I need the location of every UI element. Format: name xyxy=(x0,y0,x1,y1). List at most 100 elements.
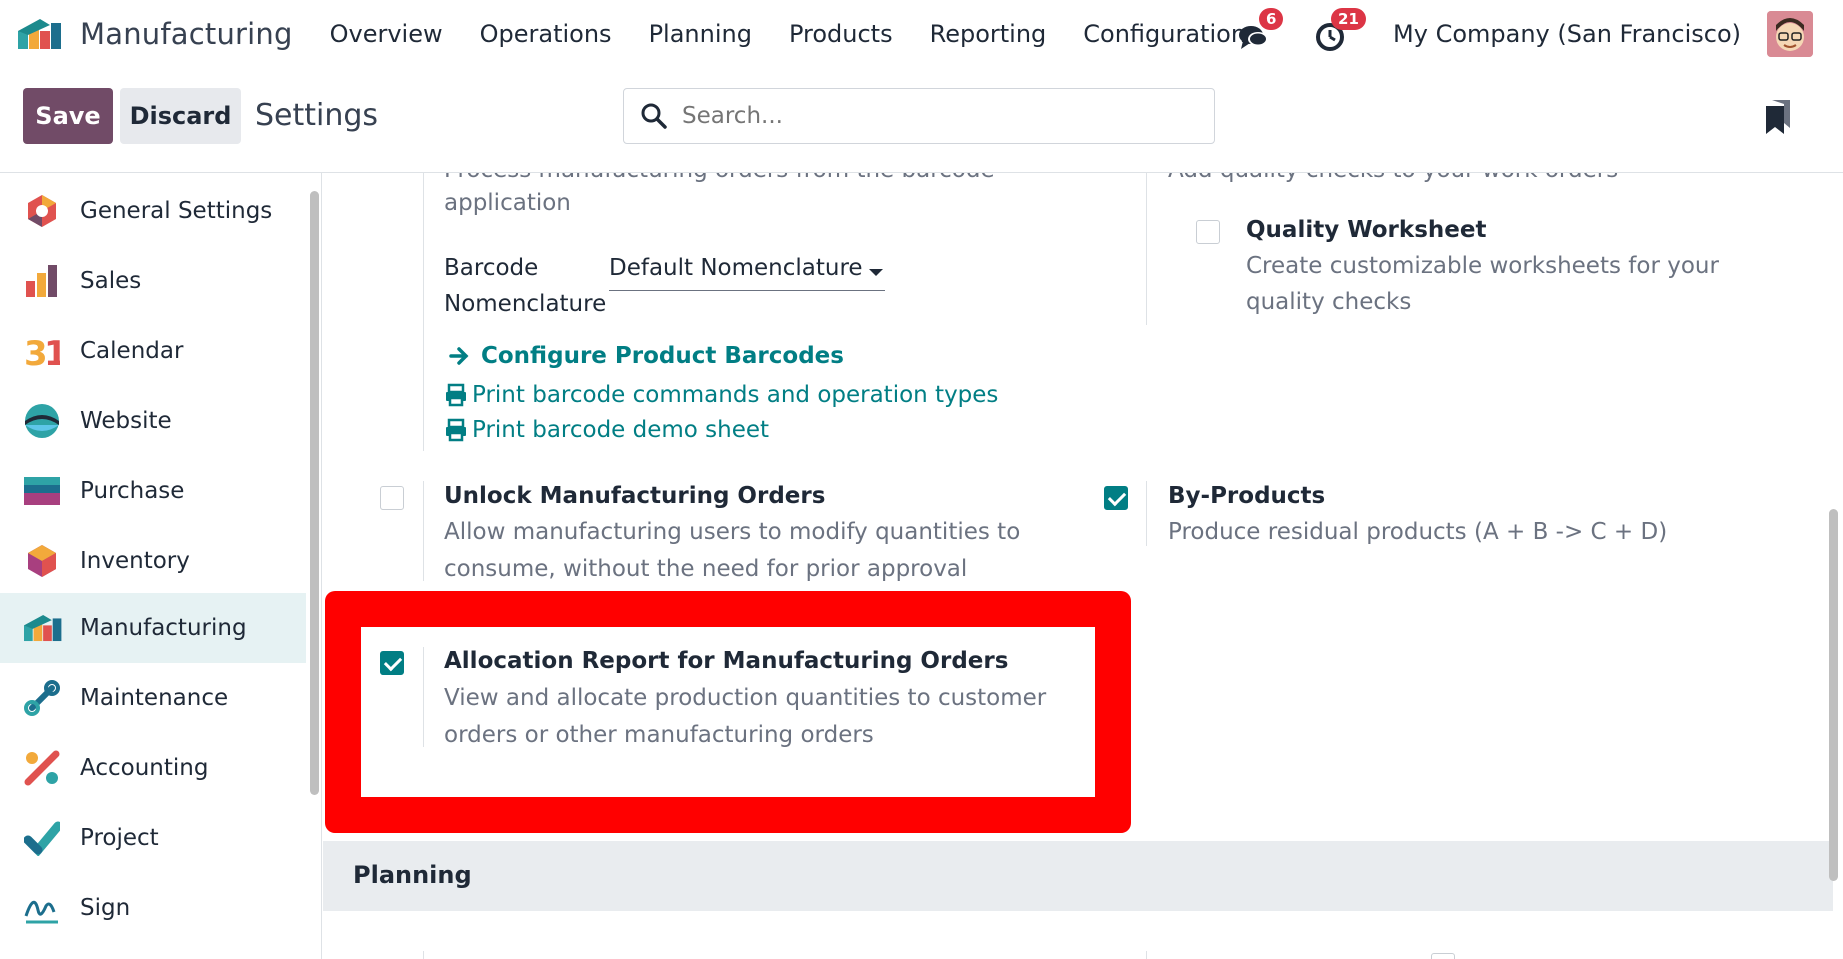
print-barcode-commands-link[interactable]: Print barcode commands and operation typ… xyxy=(444,382,998,408)
save-button[interactable]: Save xyxy=(23,88,113,144)
setting-divider xyxy=(423,481,424,581)
project-icon xyxy=(23,820,63,857)
company-switcher[interactable]: My Company (San Francisco) xyxy=(1393,20,1741,48)
sidebar-item-purchase[interactable]: Purchase xyxy=(0,456,306,526)
sidebar-item-label: Calendar xyxy=(80,338,184,364)
sidebar-item-project[interactable]: Project xyxy=(0,803,306,873)
sidebar-item-accounting[interactable]: Accounting xyxy=(0,733,306,803)
sales-icon xyxy=(24,263,60,299)
unlock-manufacturing-orders-title: Unlock Manufacturing Orders xyxy=(444,483,826,509)
allocation-report-title: Allocation Report for Manufacturing Orde… xyxy=(444,648,1009,674)
settings-sidebar: General Settings Sales 31 Calendar Websi… xyxy=(0,173,322,959)
configure-product-barcodes-link[interactable]: Configure Product Barcodes xyxy=(447,343,844,369)
top-navbar: Manufacturing Overview Operations Planni… xyxy=(0,0,1843,67)
sidebar-item-label: General Settings xyxy=(80,198,273,224)
search-box[interactable] xyxy=(623,88,1215,144)
unlock-manufacturing-orders-description: Allow manufacturing users to modify quan… xyxy=(444,519,1021,545)
maintenance-icon xyxy=(24,680,60,716)
manufacturing-logo-icon xyxy=(18,18,64,49)
quality-worksheet-title: Quality Worksheet xyxy=(1246,217,1487,243)
setting-divider xyxy=(423,951,424,959)
print-barcode-demo-link[interactable]: Print barcode demo sheet xyxy=(444,417,769,443)
sidebar-item-calendar[interactable]: 31 Calendar xyxy=(0,316,306,386)
sidebar-item-inventory[interactable]: Inventory xyxy=(0,526,306,596)
sidebar-item-label: Maintenance xyxy=(80,685,229,711)
menu-reporting[interactable]: Reporting xyxy=(930,20,1047,48)
arrow-right-icon xyxy=(449,347,469,365)
navbar-right: 6 21 My Company (San Francisco) xyxy=(1237,0,1843,67)
allocation-report-checkbox[interactable] xyxy=(380,651,404,675)
setting-divider xyxy=(1146,173,1147,325)
quality-worksheet-checkbox[interactable] xyxy=(1196,220,1220,244)
quality-description: Add quality checks to your work orders xyxy=(1168,173,1618,183)
activities-badge: 21 xyxy=(1331,7,1366,30)
sidebar-item-label: Purchase xyxy=(80,478,185,504)
menu-planning[interactable]: Planning xyxy=(649,20,752,48)
chevron-down-icon xyxy=(869,269,883,276)
barcode-nomenclature-value: Default Nomenclature xyxy=(609,255,863,281)
search-icon xyxy=(641,103,667,129)
messages-button[interactable]: 6 xyxy=(1237,7,1284,54)
sidebar-item-sign[interactable]: Sign xyxy=(0,873,306,943)
barcode-description: Process manufacturing orders from the ba… xyxy=(444,173,995,183)
general-settings-icon xyxy=(24,193,60,229)
setting-divider xyxy=(423,173,424,451)
barcode-nomenclature-select[interactable]: Default Nomenclature xyxy=(609,255,885,291)
highlight-annotation xyxy=(325,591,1131,833)
sidebar-item-website[interactable]: Website xyxy=(0,386,306,456)
by-products-title: By-Products xyxy=(1168,483,1326,509)
page-title: Settings xyxy=(255,98,379,133)
sign-icon xyxy=(24,890,60,926)
brand[interactable]: Manufacturing xyxy=(18,17,293,51)
inventory-icon xyxy=(24,543,60,579)
control-panel: Save Discard Settings xyxy=(0,67,1843,173)
sidebar-item-label: Accounting xyxy=(80,755,209,781)
discard-button[interactable]: Discard xyxy=(120,88,241,144)
app-name: Manufacturing xyxy=(80,16,293,51)
sidebar-item-label: Website xyxy=(80,408,172,434)
main-menu: Overview Operations Planning Products Re… xyxy=(330,20,1283,48)
unlock-manufacturing-orders-checkbox[interactable] xyxy=(380,486,404,510)
website-icon xyxy=(24,403,60,439)
allocation-report-description-cont: orders or other manufacturing orders xyxy=(444,722,874,748)
sidebar-item-general-settings[interactable]: General Settings xyxy=(0,176,306,246)
unlock-manufacturing-orders-description-cont: consume, without the need for prior appr… xyxy=(444,556,968,582)
sidebar-item-label: Project xyxy=(80,825,159,851)
menu-overview[interactable]: Overview xyxy=(330,20,443,48)
bookmark-icon[interactable] xyxy=(1766,100,1792,134)
calendar-icon: 31 xyxy=(24,333,68,374)
sidebar-scrollbar[interactable] xyxy=(310,191,319,795)
svg-text:1: 1 xyxy=(44,334,60,369)
sidebar-item-manufacturing[interactable]: Manufacturing xyxy=(0,593,306,663)
planning-checkbox[interactable] xyxy=(1431,953,1455,959)
sidebar-item-sales[interactable]: Sales xyxy=(0,246,306,316)
menu-products[interactable]: Products xyxy=(789,20,893,48)
barcode-nomenclature-label: Barcode xyxy=(444,255,539,281)
sidebar-item-label: Manufacturing xyxy=(80,615,247,641)
activities-button[interactable]: 21 xyxy=(1315,7,1366,54)
manufacturing-icon xyxy=(24,610,62,646)
planning-section-header: Planning xyxy=(323,841,1833,911)
user-avatar[interactable] xyxy=(1767,10,1813,57)
menu-configuration[interactable]: Configuration xyxy=(1083,20,1246,48)
purchase-icon xyxy=(24,473,64,509)
sidebar-item-label: Sales xyxy=(80,268,142,294)
menu-operations[interactable]: Operations xyxy=(480,20,612,48)
barcode-description-cont: application xyxy=(444,190,571,216)
quality-worksheet-description: Create customizable worksheets for your xyxy=(1246,253,1719,279)
setting-divider xyxy=(423,647,424,747)
sidebar-item-label: Inventory xyxy=(80,548,190,574)
barcode-nomenclature-label-cont: Nomenclature xyxy=(444,291,607,317)
allocation-report-description: View and allocate production quantities … xyxy=(444,685,1047,711)
sidebar-item-label: Sign xyxy=(80,895,131,921)
search-input[interactable] xyxy=(682,103,1182,129)
setting-divider xyxy=(1146,481,1147,546)
sidebar-item-maintenance[interactable]: Maintenance xyxy=(0,663,306,733)
quality-worksheet-description-cont: quality checks xyxy=(1246,289,1412,315)
settings-content: Process manufacturing orders from the ba… xyxy=(323,173,1843,959)
by-products-description: Produce residual products (A + B -> C + … xyxy=(1168,519,1668,545)
content-scrollbar[interactable] xyxy=(1829,509,1838,881)
accounting-icon xyxy=(24,750,60,786)
setting-divider xyxy=(1146,951,1147,959)
by-products-checkbox[interactable] xyxy=(1104,486,1128,510)
